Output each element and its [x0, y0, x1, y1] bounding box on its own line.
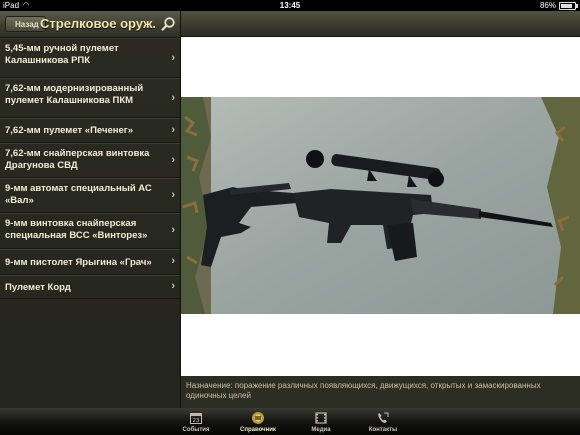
- status-bar: iPad ◠ 13:45 86%: [0, 0, 580, 11]
- handbook-icon: [252, 412, 264, 424]
- weapon-photo: [181, 97, 580, 314]
- list-item[interactable]: Пулемет Корд ›: [0, 275, 180, 299]
- list-item-label: 7,62-мм пулемет «Печенег»: [5, 125, 134, 136]
- list-item-label: 7,62-мм снайперская винтовка Драгунова С…: [5, 148, 150, 171]
- chevron-right-icon: ›: [171, 189, 175, 201]
- tab-label: События: [182, 427, 210, 433]
- list-item[interactable]: 9-мм автомат специальный АС «Вал» ›: [0, 178, 180, 213]
- phone-icon: [378, 412, 389, 423]
- tab-bar: 23 События Справочник Медиа Контакты: [0, 408, 580, 435]
- clock: 13:45: [279, 1, 301, 10]
- battery-icon: [559, 2, 578, 10]
- tab-events[interactable]: 23 События: [171, 408, 221, 435]
- sidebar: Назад Стрелковое оруж... 5,45-мм ручной …: [0, 11, 181, 408]
- chevron-right-icon: ›: [171, 255, 175, 267]
- chevron-right-icon: ›: [171, 92, 175, 104]
- tab-handbook[interactable]: Справочник: [233, 408, 283, 435]
- list-item-label: 9-мм автомат специальный АС «Вал»: [5, 183, 152, 206]
- sidebar-header: Назад Стрелковое оруж...: [0, 11, 180, 38]
- chevron-right-icon: ›: [171, 224, 175, 236]
- list-item-label: 7,62-мм модернизированный пулемет Калашн…: [5, 83, 144, 106]
- list-item[interactable]: 7,62-мм модернизированный пулемет Калашн…: [0, 78, 180, 118]
- chevron-right-icon: ›: [171, 124, 175, 136]
- film-icon: [315, 412, 327, 424]
- weapons-list: 5,45-мм ручной пулемет Калашникова РПК ›…: [0, 38, 180, 299]
- tab-label: Справочник: [240, 427, 276, 433]
- list-item[interactable]: 7,62-мм снайперская винтовка Драгунова С…: [0, 143, 180, 178]
- list-item[interactable]: 9-мм пистолет Ярыгина «Грач» ›: [0, 249, 180, 275]
- detail-content: [181, 37, 580, 376]
- search-icon[interactable]: [160, 16, 176, 32]
- battery-percent: 86%: [539, 1, 556, 10]
- list-item[interactable]: 7,62-мм пулемет «Печенег» ›: [0, 118, 180, 143]
- tab-contacts[interactable]: Контакты: [358, 408, 408, 435]
- list-item-label: 9-мм пистолет Ярыгина «Грач»: [5, 257, 152, 268]
- detail-toolbar: [181, 11, 580, 37]
- chevron-right-icon: ›: [171, 280, 175, 292]
- list-item-label: 9-мм винтовка снайперская специальная ВС…: [5, 218, 148, 241]
- list-item[interactable]: 9-мм винтовка снайперская специальная ВС…: [0, 213, 180, 249]
- calendar-icon: 23: [190, 413, 202, 424]
- sidebar-title: Стрелковое оруж...: [40, 16, 155, 31]
- list-item-label: 5,45-мм ручной пулемет Калашникова РПК: [5, 43, 119, 66]
- list-item-label: Пулемет Корд: [5, 282, 71, 293]
- rifle-photo-illustration: [181, 97, 580, 314]
- description-text: Назначение: поражение различных появляющ…: [186, 381, 541, 400]
- description-panel: Назначение: поражение различных появляющ…: [181, 376, 580, 408]
- svg-text:23: 23: [193, 418, 200, 424]
- tab-label: Контакты: [368, 427, 398, 433]
- tab-label: Медиа: [311, 427, 331, 433]
- list-item[interactable]: 5,45-мм ручной пулемет Калашникова РПК ›: [0, 38, 180, 78]
- tab-media[interactable]: Медиа: [296, 408, 346, 435]
- chevron-right-icon: ›: [171, 154, 175, 166]
- chevron-right-icon: ›: [171, 52, 175, 64]
